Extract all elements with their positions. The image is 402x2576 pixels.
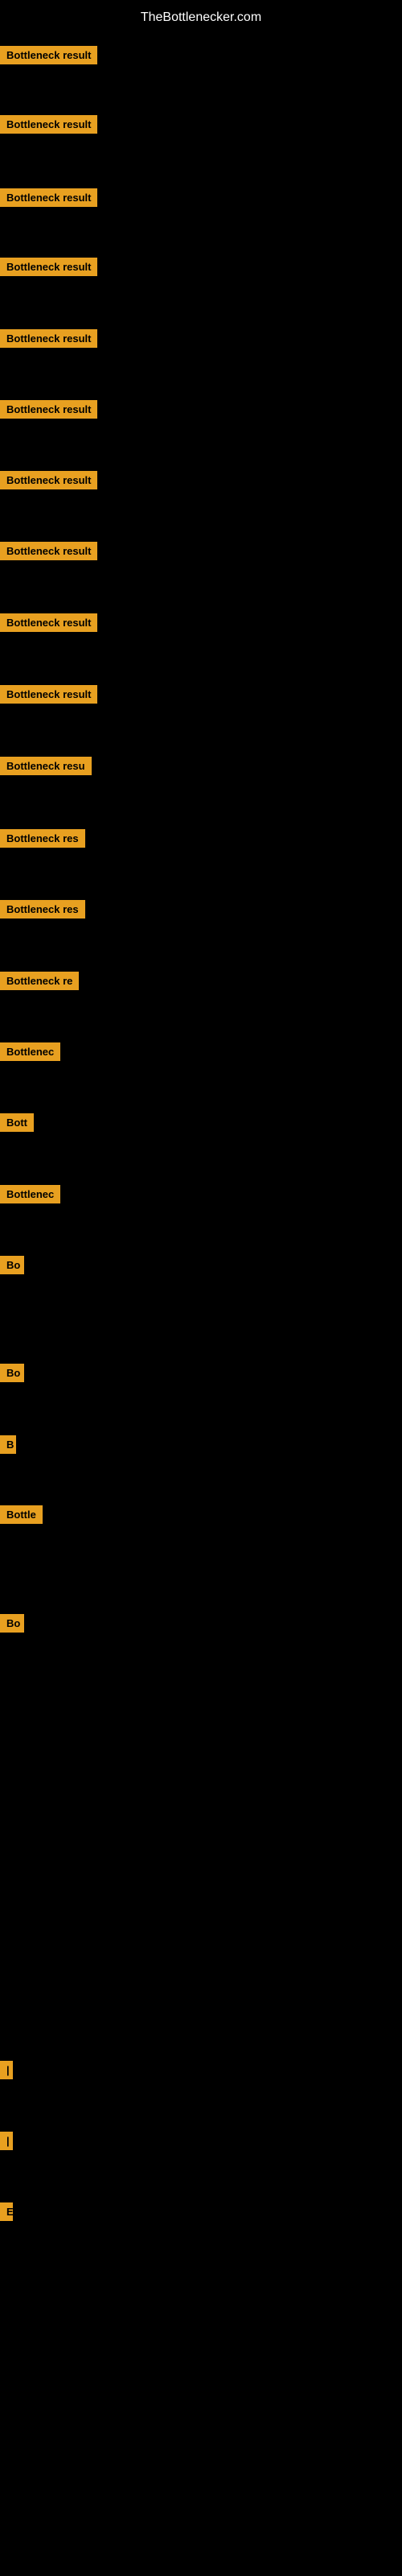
badge-23: | bbox=[0, 2061, 13, 2079]
badge-15: Bottlenec bbox=[0, 1042, 60, 1061]
badge-22: Bo bbox=[0, 1614, 24, 1633]
badge-19: Bo bbox=[0, 1364, 24, 1382]
badge-6: Bottleneck result bbox=[0, 400, 97, 419]
badge-17: Bottlenec bbox=[0, 1185, 60, 1203]
badge-13: Bottleneck res bbox=[0, 900, 85, 919]
badge-25: E bbox=[0, 2202, 13, 2221]
badge-1: Bottleneck result bbox=[0, 46, 97, 64]
badge-11: Bottleneck resu bbox=[0, 757, 92, 775]
badge-9: Bottleneck result bbox=[0, 613, 97, 632]
badge-20: B bbox=[0, 1435, 16, 1454]
badge-18: Bo bbox=[0, 1256, 24, 1274]
badge-24: | bbox=[0, 2132, 13, 2150]
badge-2: Bottleneck result bbox=[0, 115, 97, 134]
badge-4: Bottleneck result bbox=[0, 258, 97, 276]
badge-7: Bottleneck result bbox=[0, 471, 97, 489]
badge-10: Bottleneck result bbox=[0, 685, 97, 704]
badge-12: Bottleneck res bbox=[0, 829, 85, 848]
badge-5: Bottleneck result bbox=[0, 329, 97, 348]
badge-3: Bottleneck result bbox=[0, 188, 97, 207]
page-container: TheBottlenecker.com Bottleneck result Bot… bbox=[0, 0, 402, 2576]
badge-16: Bott bbox=[0, 1113, 34, 1132]
badge-21: Bottle bbox=[0, 1505, 43, 1524]
site-title: TheBottlenecker.com bbox=[0, 4, 402, 31]
badge-8: Bottleneck result bbox=[0, 542, 97, 560]
badge-14: Bottleneck re bbox=[0, 972, 79, 990]
